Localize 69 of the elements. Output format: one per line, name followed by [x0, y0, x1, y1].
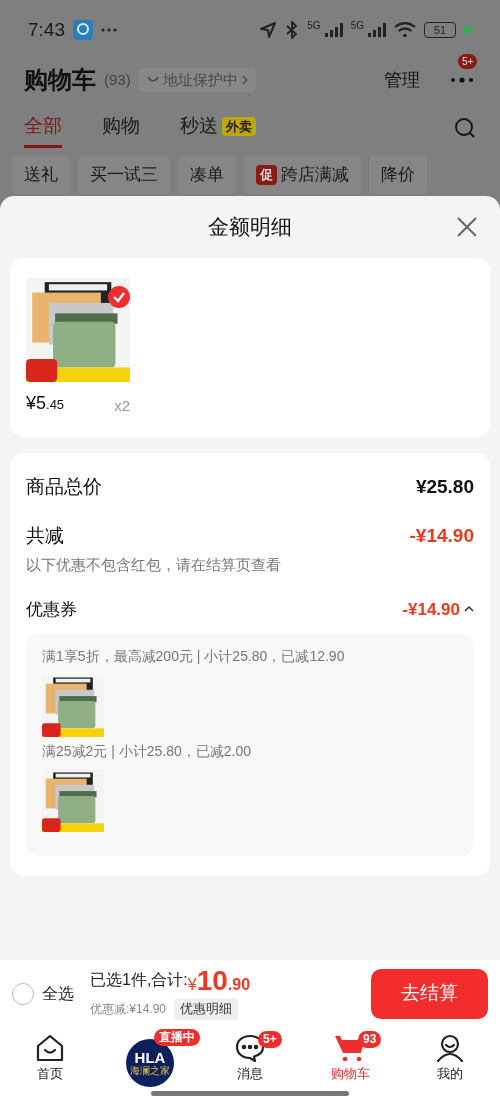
wifi-icon	[394, 22, 416, 38]
search-icon[interactable]	[454, 117, 476, 139]
more-dots-icon	[101, 28, 117, 32]
filter-chip[interactable]: 凑单	[178, 156, 236, 194]
live-nav-item[interactable]: 直播中 HLA 海澜之家	[100, 1027, 200, 1091]
filter-chip[interactable]: 送礼	[12, 156, 70, 194]
select-all-radio[interactable]	[12, 982, 34, 1005]
chat-bubble-icon	[235, 1034, 265, 1063]
delivery-tag: 外卖	[222, 116, 256, 137]
manage-button[interactable]: 管理	[384, 66, 420, 94]
logo-text: HLA	[134, 1050, 166, 1065]
sheet-title: 金额明细	[208, 214, 292, 241]
address-protection-text: 地址保护中	[162, 69, 238, 90]
checkout-button[interactable]: 去结算	[371, 968, 488, 1019]
app-notification-icon	[73, 20, 93, 40]
nav-badge: 93	[358, 1031, 382, 1048]
tab[interactable]: 购物	[102, 108, 140, 148]
person-icon	[436, 1034, 464, 1063]
reduction-label: 共减	[26, 523, 64, 548]
nav-label: 首页	[37, 1065, 63, 1084]
nav-item[interactable]: 首页	[0, 1027, 100, 1091]
nav-item[interactable]: 我的	[400, 1027, 500, 1091]
nav-label: 消息	[237, 1065, 263, 1084]
smile-icon	[146, 76, 159, 84]
reduction-note: 以下优惠不包含红包，请在结算页查看	[26, 555, 282, 575]
selected-summary: 已选1件,合计:	[90, 970, 188, 989]
discount-detail-button[interactable]: 优惠明细	[174, 998, 239, 1020]
notification-badge: 5+	[458, 54, 478, 69]
nav-item[interactable]: 93 购物车	[300, 1027, 400, 1091]
network-label: 5G	[350, 19, 364, 33]
tab[interactable]: 全部	[24, 108, 62, 148]
status-time: 7:43	[28, 17, 65, 42]
tab[interactable]: 秒送 外卖	[180, 108, 256, 148]
filter-chip[interactable]: 促 跨店满减	[244, 156, 361, 194]
total-amount: ¥10.90	[187, 967, 251, 996]
close-icon[interactable]	[456, 216, 478, 238]
coupon-toggle[interactable]: -¥14.90	[402, 596, 474, 622]
page-title: 购物车	[24, 65, 96, 95]
bluetooth-icon	[285, 21, 300, 39]
nav-item[interactable]: 5+ 消息	[200, 1027, 300, 1091]
reduction-value: -¥14.90	[409, 523, 474, 548]
battery-icon: 51	[424, 22, 456, 38]
more-icon[interactable]	[450, 77, 474, 83]
signal-icon	[324, 23, 343, 37]
nav-badge: 5+	[258, 1031, 282, 1048]
coupon-rule: 满25减2元 | 小计25.80，已减2.00	[42, 742, 253, 761]
nav-badge: 直播中	[154, 1029, 200, 1046]
coupon-rule: 满1享5折，最高减200元 | 小计25.80，已减12.90	[42, 647, 346, 666]
total-value: ¥25.80	[415, 475, 474, 499]
select-all-label: 全选	[42, 983, 74, 1004]
promo-tag: 促	[256, 165, 277, 185]
chevron-right-icon	[241, 75, 248, 85]
address-protection-chip[interactable]: 地址保护中	[138, 68, 256, 92]
network-label: 5G	[307, 19, 321, 33]
item-price: ¥5.45	[26, 392, 65, 415]
item-quantity: x2	[114, 395, 130, 416]
coupon-label: 优惠券	[26, 598, 77, 621]
check-icon[interactable]	[108, 286, 130, 308]
signal-icon	[368, 23, 386, 37]
cart-count: (93)	[104, 69, 131, 90]
saving-text: 优惠减:¥14.90	[90, 1001, 167, 1018]
logo-subtext: 海澜之家	[130, 1066, 170, 1076]
location-arrow-icon	[259, 21, 278, 39]
filter-chip[interactable]: 降价	[369, 156, 427, 194]
nav-label: 购物车	[330, 1065, 370, 1084]
total-label: 商品总价	[26, 475, 102, 499]
filter-chip[interactable]: 买一试三	[78, 156, 170, 194]
home-icon	[35, 1034, 65, 1063]
nav-label: 我的	[437, 1065, 463, 1084]
